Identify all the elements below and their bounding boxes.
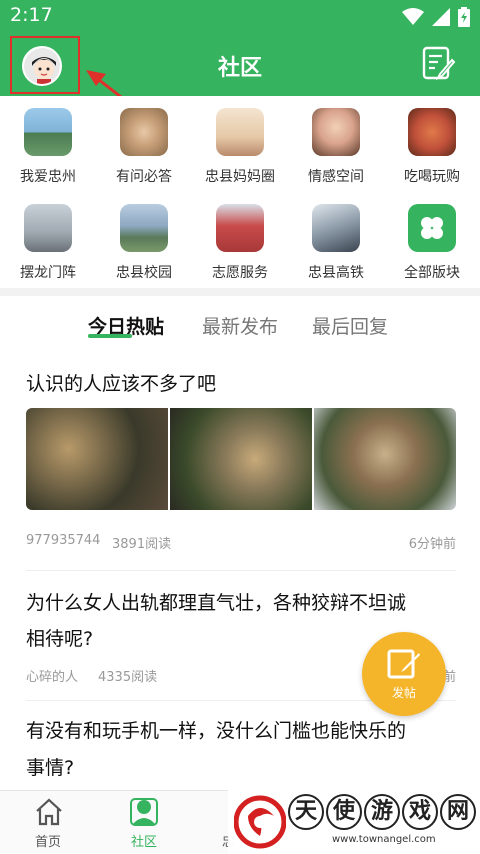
signal-icon: [432, 8, 450, 26]
new-post-label: 发帖: [391, 686, 416, 700]
edit-icon: [387, 649, 420, 679]
category-thumbnail: [216, 204, 264, 252]
category-thumbnail: [312, 204, 360, 252]
category-thumbnail: [120, 108, 168, 156]
category-item[interactable]: 吃喝玩购: [384, 96, 480, 192]
all-sections-icon: [408, 204, 456, 252]
watermark-url: www.townangel.com: [332, 834, 436, 845]
section-divider: [0, 288, 480, 296]
watermark-char: 使: [326, 794, 362, 830]
category-item[interactable]: 有问必答: [96, 96, 192, 192]
wifi-icon: [402, 8, 424, 25]
category-label: 吃喝玩购: [404, 169, 460, 185]
category-item[interactable]: 我爱忠州: [0, 96, 96, 192]
feed-tabs: 今日热贴 最新发布 最后回复: [0, 296, 480, 352]
post-image[interactable]: [314, 408, 456, 510]
category-label: 忠县妈妈圈: [205, 169, 275, 185]
watermark-char: 网: [440, 794, 476, 830]
watermark: 天 使 游 戏 网 www.townangel.com: [228, 790, 480, 854]
home-icon: [36, 798, 62, 826]
category-label: 忠县校园: [116, 265, 172, 281]
nav-community[interactable]: 社区: [96, 791, 192, 854]
category-thumbnail: [24, 204, 72, 252]
page-title: 社区: [217, 56, 262, 81]
watermark-char: 天: [288, 794, 324, 830]
nav-home-label: 首页: [34, 835, 61, 850]
category-label: 全部版块: [404, 265, 460, 281]
category-label: 有问必答: [116, 169, 172, 185]
active-tab-indicator: [88, 334, 132, 338]
post-image[interactable]: [170, 408, 312, 510]
category-item[interactable]: 忠县校园: [96, 192, 192, 288]
category-thumbnail: [216, 108, 264, 156]
category-item[interactable]: 忠县妈妈圈: [192, 96, 288, 192]
category-thumbnail: [312, 108, 360, 156]
category-grid: 我爱忠州 有问必答 忠县妈妈圈 情感空间 吃喝玩购 摆龙门阵 忠县校园 志愿服务…: [0, 96, 480, 288]
post-title-line[interactable]: 有没有和玩手机一样，没什么门槛也能快乐的: [26, 713, 406, 749]
category-item[interactable]: 志愿服务: [192, 192, 288, 288]
nav-community-label: 社区: [130, 835, 157, 850]
category-item[interactable]: 摆龙门阵: [0, 192, 96, 288]
tab-last-reply[interactable]: 最后回复: [312, 312, 388, 339]
category-label: 情感空间: [308, 169, 364, 185]
category-label: 志愿服务: [212, 265, 268, 281]
watermark-text: 天 使 游 戏 网: [288, 794, 476, 830]
status-bar: 2:17: [0, 0, 480, 32]
status-time: 2:17: [10, 4, 53, 26]
category-label: 摆龙门阵: [20, 265, 76, 281]
post-author: 心碎的人: [26, 670, 79, 685]
app-bar: 社区: [0, 32, 480, 96]
post-separator: [26, 570, 456, 571]
post-time: 6分钟前: [408, 537, 456, 552]
post-title[interactable]: 认识的人应该不多了吧: [26, 366, 216, 402]
compose-note-icon[interactable]: [422, 46, 456, 82]
post-image[interactable]: [26, 408, 168, 510]
new-post-button[interactable]: 发帖: [362, 632, 446, 716]
post-title-line[interactable]: 相待呢?: [26, 621, 93, 657]
post-title-line[interactable]: 事情?: [26, 750, 74, 786]
status-icons: [402, 7, 470, 27]
post-title-line[interactable]: 为什么女人出轨都理直气壮，各种狡辩不坦诚: [26, 585, 406, 621]
battery-icon: [458, 7, 470, 27]
watermark-char: 游: [364, 794, 400, 830]
post-author: 977935744: [26, 533, 101, 548]
tab-latest[interactable]: 最新发布: [202, 312, 278, 339]
community-icon: [130, 798, 158, 826]
watermark-char: 戏: [402, 794, 438, 830]
category-item[interactable]: 情感空间: [288, 96, 384, 192]
watermark-logo-icon: [234, 795, 286, 849]
category-thumbnail: [408, 108, 456, 156]
category-label: 我爱忠州: [20, 169, 76, 185]
post-image-row[interactable]: [26, 408, 456, 510]
category-label: 忠县高铁: [308, 265, 364, 281]
nav-home[interactable]: 首页: [0, 791, 96, 854]
category-thumbnail: [24, 108, 72, 156]
post-read-count: 4335阅读: [98, 670, 158, 685]
category-thumbnail: [120, 204, 168, 252]
post-read-count: 3891阅读: [112, 537, 172, 552]
category-item[interactable]: 忠县高铁: [288, 192, 384, 288]
category-item-all[interactable]: 全部版块: [384, 192, 480, 288]
